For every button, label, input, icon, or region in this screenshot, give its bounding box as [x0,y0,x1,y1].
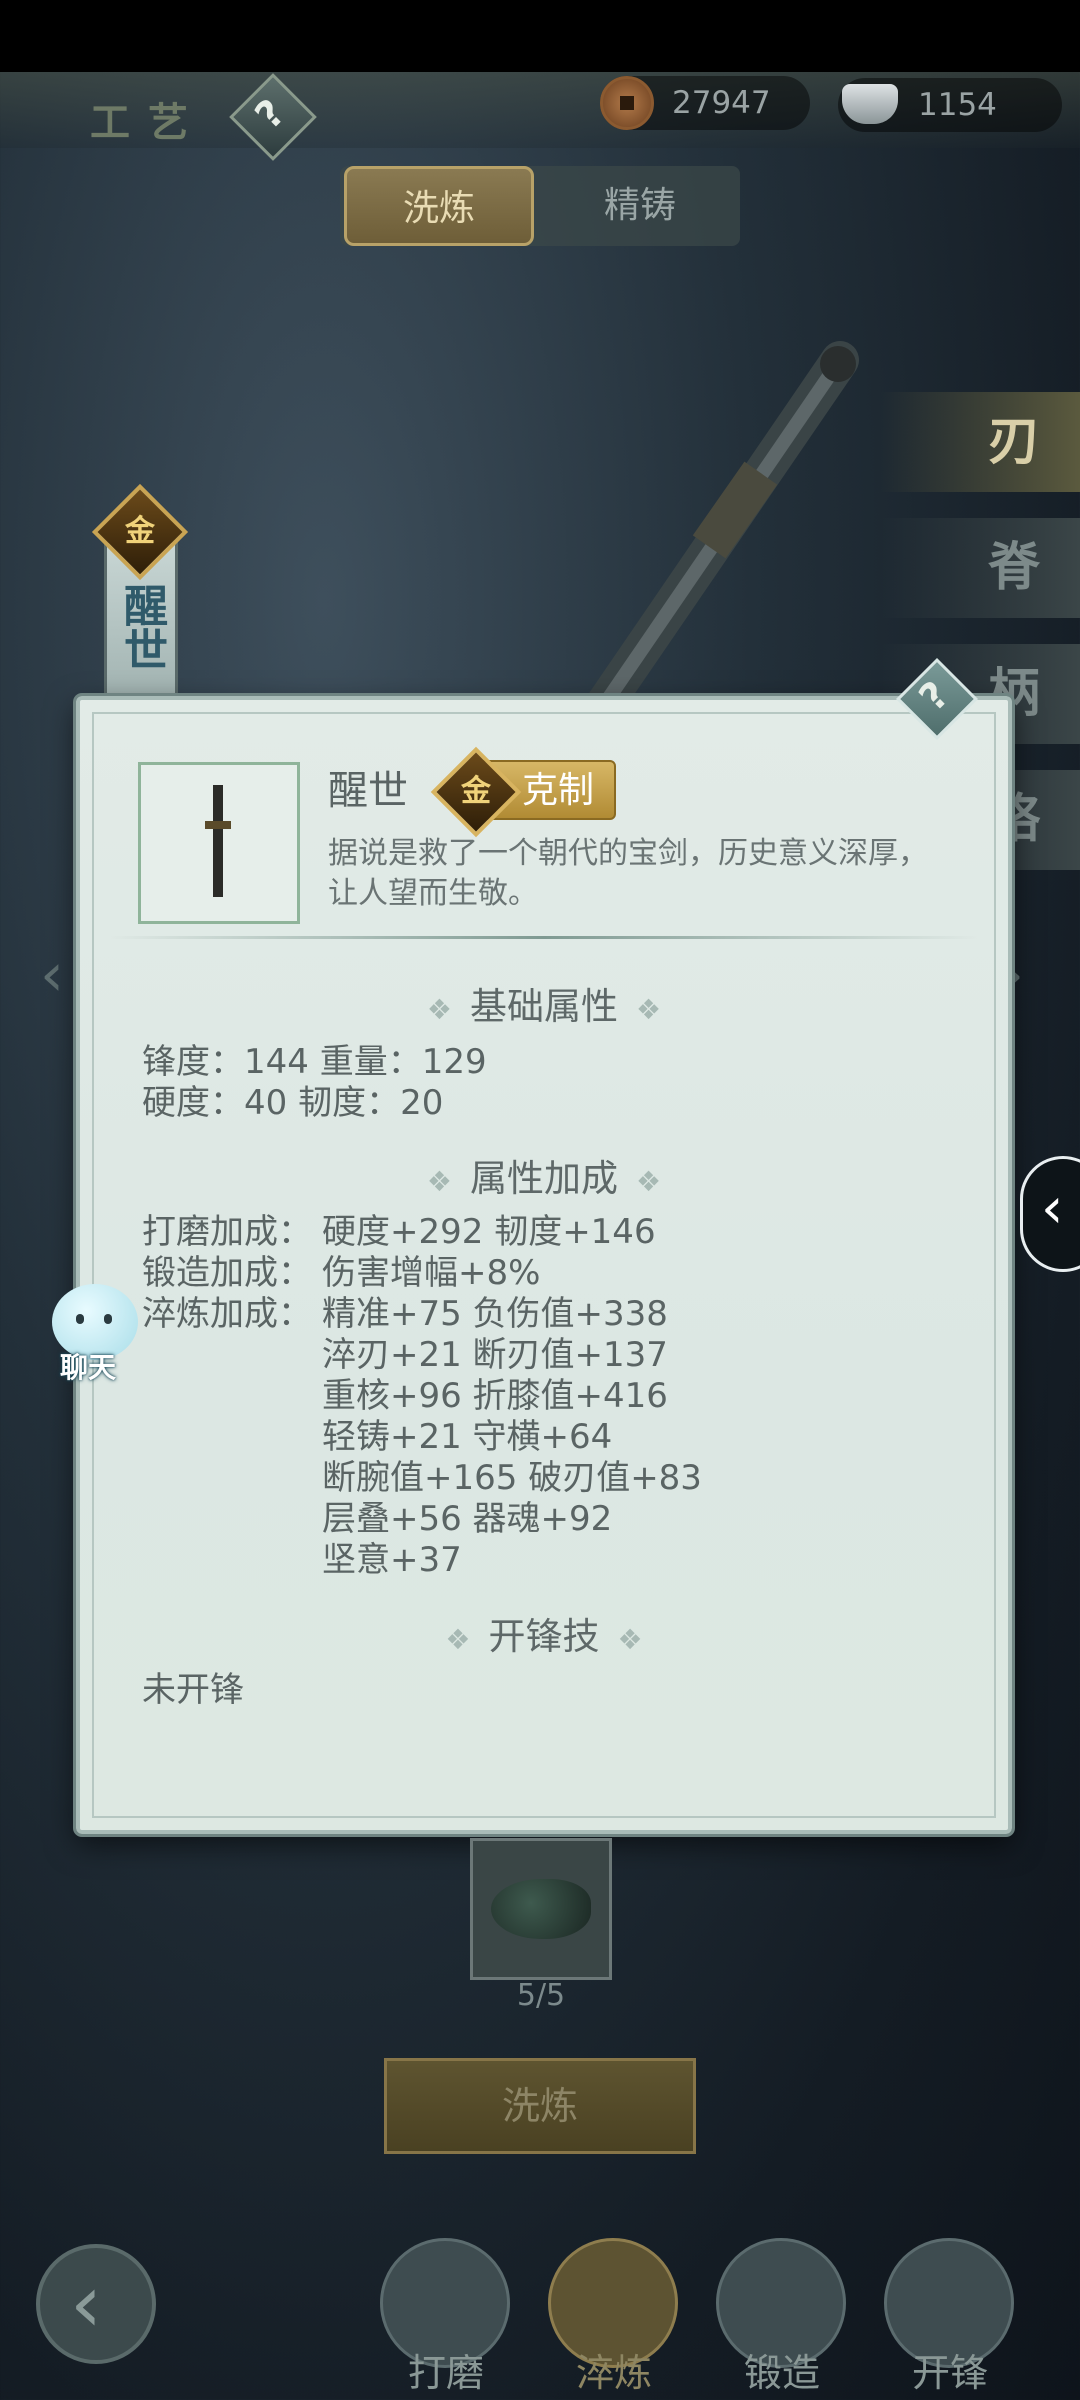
chat-eye-icon [76,1314,84,1324]
bonus-row: 坚意+37 [142,1532,462,1581]
coin-icon [600,76,654,130]
weapon-description: 据说是救了一个朝代的宝剑，历史意义深厚， 让人望而生敬。 [328,834,968,914]
status-bar [0,0,1080,72]
tab-refine[interactable]: 精铸 [545,166,735,246]
back-arrow-icon: ‹ [70,2257,102,2350]
section-skill-title: ❖ 开锋技 ❖ [80,1606,1008,1660]
silver-ingot-icon [842,84,898,124]
question-icon: ? [910,672,958,720]
section-basic-label: 基础属性 [470,985,618,1028]
coin-value: 27947 [672,85,771,121]
page-title: 工艺 [90,99,206,146]
side-tab-blade[interactable]: 刃 [880,392,1080,492]
side-tab-spine[interactable]: 脊 [880,518,1080,618]
basic-stats-line-2: 硬度：40 韧度：20 [142,1083,444,1123]
gold-icon: 金 [125,514,155,549]
coin-hole [620,96,634,110]
chat-label: 聊天 [60,1351,117,1384]
tab-bar: 洗炼 精铸 [340,166,740,246]
ornament-icon: ❖ [636,993,662,1026]
help-icon: ? [246,90,294,138]
section-bonus-label: 属性加成 [470,1157,618,1200]
prev-arrow-icon[interactable]: ‹ [40,940,64,1010]
section-skill-label: 开锋技 [488,1615,600,1658]
coin-counter: 27947 [600,76,810,130]
silver-value: 1154 [918,87,997,123]
nav-temper-label: 淬炼 [575,2351,652,2395]
weapon-name: 醒世 [328,768,408,814]
gold-glyph: 金 [461,774,491,809]
silver-counter: 1154 [838,78,1062,132]
ornament-icon: ❖ [617,1623,643,1656]
nav-temper[interactable]: 淬炼 [548,2238,680,2400]
description-line-2: 让人望而生敬。 [328,876,538,911]
skill-status: 未开锋 [142,1670,244,1710]
sword-pommel [820,346,856,382]
stone-icon [491,1879,591,1939]
sword-edge [574,356,846,744]
thumb-guard [205,821,231,829]
counter-badge[interactable]: 克制 金 [430,746,616,838]
nav-forge-label: 锻造 [743,2351,820,2395]
back-button[interactable]: ‹ [36,2244,156,2364]
chat-eye-icon [104,1314,112,1324]
section-basic-title: ❖ 基础属性 ❖ [80,976,1008,1030]
ornament-icon: ❖ [636,1165,662,1198]
nav-sharpen[interactable]: 开锋 [884,2238,1016,2400]
nav-forge[interactable]: 锻造 [716,2238,848,2400]
nav-grind[interactable]: 打磨 [380,2238,512,2400]
wash-button[interactable]: 洗炼 [384,2058,696,2154]
material-count: 5/5 [516,1978,566,2013]
ornament-icon: ❖ [426,1165,452,1198]
nav-sharpen-label: 开锋 [911,2351,988,2395]
description-line-1: 据说是救了一个朝代的宝剑，历史意义深厚， [328,836,928,871]
bonus-value: 坚意+37 [322,1540,462,1580]
help-button[interactable]: ? [229,73,317,161]
weapon-thumbnail [138,762,300,924]
chevron-left-icon: ‹ [1041,1176,1064,1241]
dialog-help-button[interactable]: ? [895,657,979,741]
sword-guard [692,461,778,559]
ornament-icon: ❖ [445,1623,471,1656]
side-collapse-button[interactable]: ‹ [1020,1156,1080,1272]
chat-button[interactable]: 聊天 [44,1284,144,1384]
banner-text: 醒世 [116,583,167,671]
nav-grind-label: 打磨 [407,2351,484,2395]
ornament-icon: ❖ [426,993,452,1026]
sword-illustration [561,341,859,750]
divider [110,936,978,939]
sword-thumbnail-icon [205,785,231,897]
tab-wash[interactable]: 洗炼 [344,166,534,246]
weapon-info-dialog: 醒世 克制 金 据说是救了一个朝代的宝剑，历史意义深厚， 让人望而生敬。 ❖ 基础… [76,696,1012,1834]
thumb-blade [213,785,223,897]
material-slot[interactable] [470,1838,612,1980]
section-bonus-title: ❖ 属性加成 ❖ [80,1148,1008,1202]
